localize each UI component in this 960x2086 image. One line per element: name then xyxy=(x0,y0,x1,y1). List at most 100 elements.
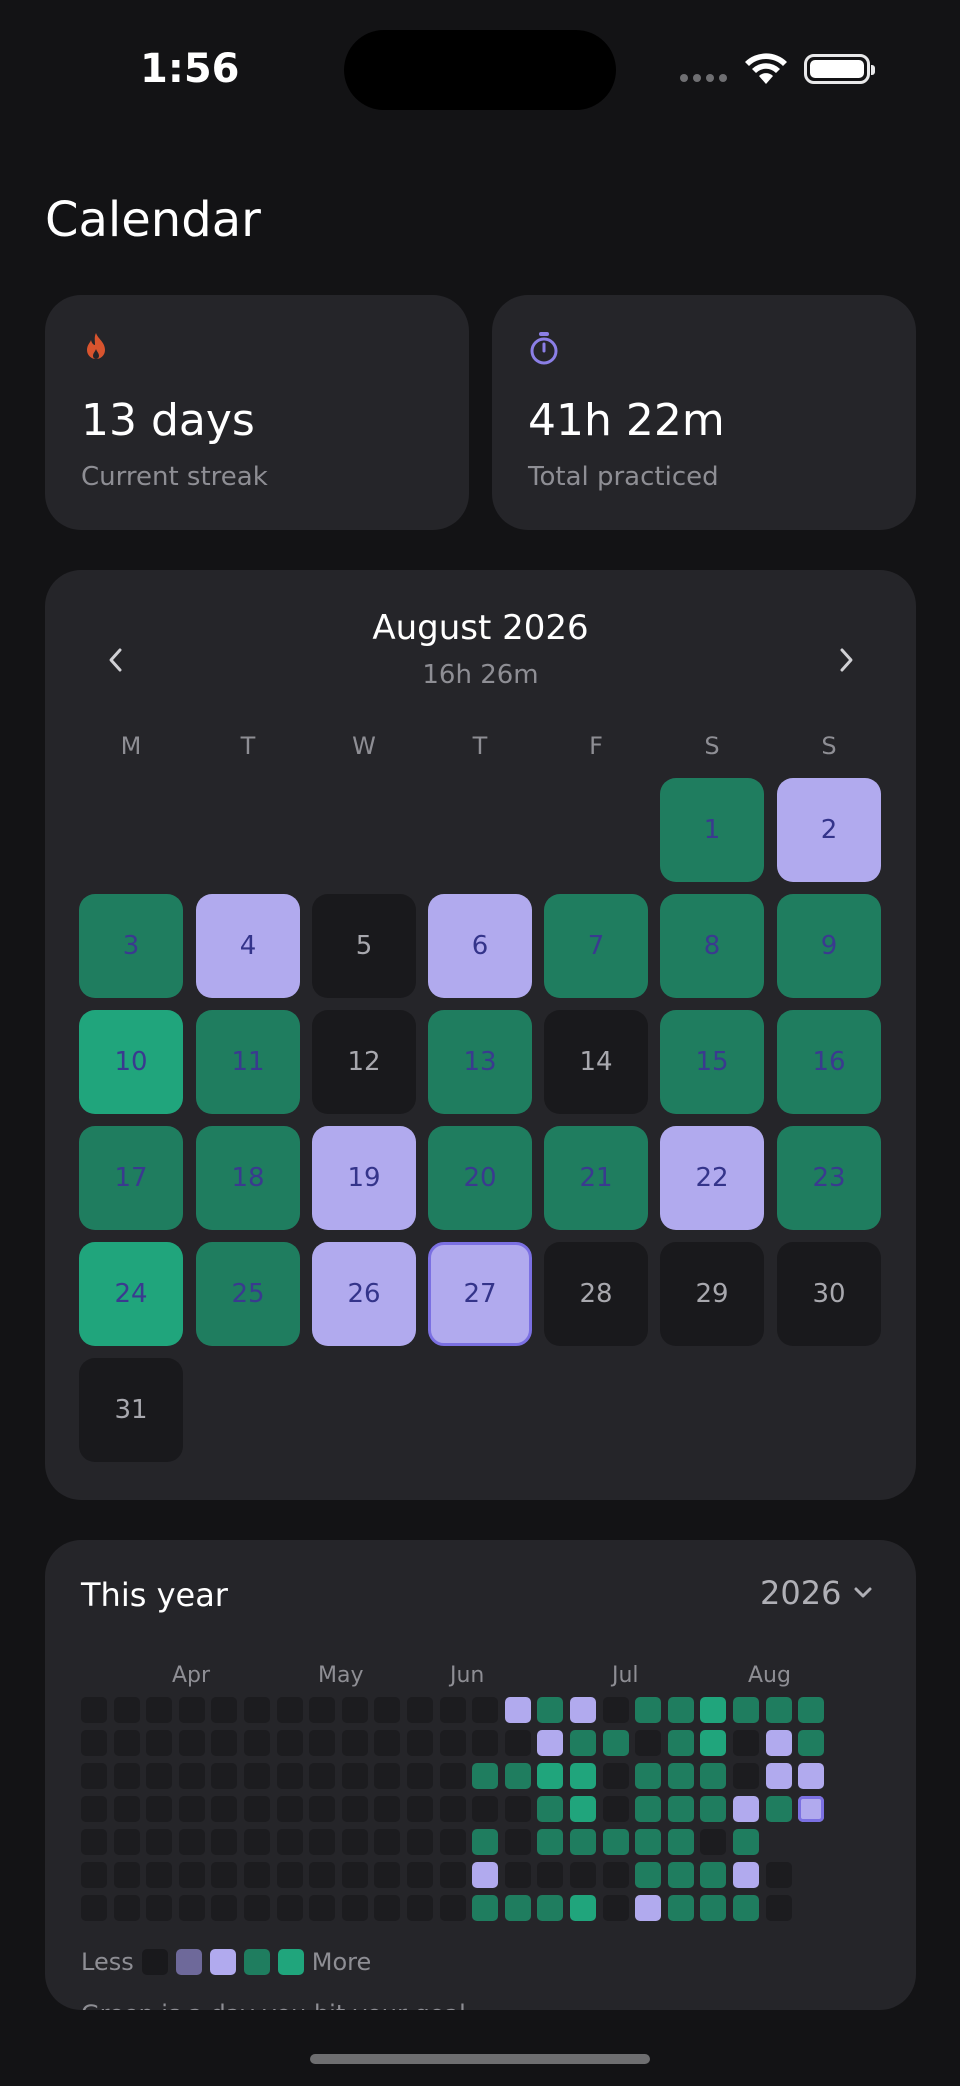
heatmap-cell xyxy=(635,1895,662,1921)
heatmap-cell xyxy=(81,1730,107,1756)
heatmap-cell xyxy=(700,1763,727,1789)
heatmap-cell xyxy=(602,1763,629,1789)
calendar-day[interactable]: 1 xyxy=(660,778,764,882)
calendar-day[interactable]: 15 xyxy=(660,1010,764,1114)
calendar-day[interactable]: 2 xyxy=(777,778,881,882)
heatmap-cell xyxy=(407,1895,433,1921)
calendar-day[interactable]: 19 xyxy=(312,1126,416,1230)
calendar-day[interactable]: 25 xyxy=(196,1242,300,1346)
heatmap-cell xyxy=(602,1829,629,1855)
heatmap-cell xyxy=(407,1862,433,1888)
calendar-day[interactable]: 4 xyxy=(196,894,300,998)
heatmap-cell xyxy=(798,1730,825,1756)
calendar-day[interactable]: 21 xyxy=(544,1126,648,1230)
heatmap-cell xyxy=(798,1796,825,1822)
heatmap-cell xyxy=(472,1697,499,1723)
calendar-day[interactable]: 22 xyxy=(660,1126,764,1230)
heatmap-cell xyxy=(537,1730,564,1756)
heatmap-cell xyxy=(374,1895,401,1921)
streak-value: 13 days xyxy=(81,395,255,446)
home-indicator[interactable] xyxy=(310,2054,650,2064)
calendar-day[interactable]: 28 xyxy=(544,1242,648,1346)
total-value: 41h 22m xyxy=(528,395,725,446)
next-month-button[interactable] xyxy=(817,630,877,690)
heatmap-cell xyxy=(504,1730,531,1756)
calendar-day[interactable]: 5 xyxy=(312,894,416,998)
calendar-day[interactable]: 29 xyxy=(660,1242,764,1346)
heatmap-month-label: Apr xyxy=(172,1663,211,1688)
heatmap-cell xyxy=(309,1796,336,1822)
heatmap-cell xyxy=(211,1697,238,1723)
heatmap-cell xyxy=(374,1697,401,1723)
calendar-day[interactable]: 14 xyxy=(544,1010,648,1114)
dynamic-island xyxy=(344,30,616,110)
heatmap-cell xyxy=(113,1796,140,1822)
heatmap-cell xyxy=(667,1829,694,1855)
heatmap-cell xyxy=(211,1829,238,1855)
calendar-day[interactable]: 26 xyxy=(312,1242,416,1346)
calendar-day[interactable]: 11 xyxy=(196,1010,300,1114)
year-dropdown[interactable]: 2026 xyxy=(760,1574,873,1612)
heatmap-cell xyxy=(765,1796,792,1822)
heatmap-cell xyxy=(439,1829,466,1855)
legend-swatch-green xyxy=(243,1949,270,1975)
calendar-day[interactable]: 23 xyxy=(777,1126,881,1230)
calendar-day[interactable]: 13 xyxy=(428,1010,532,1114)
heatmap-cell xyxy=(374,1730,401,1756)
heatmap-month-label: Aug xyxy=(748,1663,791,1688)
heatmap-cell xyxy=(733,1895,759,1921)
calendar-day[interactable]: 20 xyxy=(428,1126,532,1230)
calendar-day[interactable]: 8 xyxy=(660,894,764,998)
heatmap-cell xyxy=(635,1829,662,1855)
heatmap-cell xyxy=(341,1697,368,1723)
heatmap-cell xyxy=(81,1895,107,1921)
heatmap-cell xyxy=(602,1796,629,1822)
heatmap-cell xyxy=(700,1895,727,1921)
heatmap-cell xyxy=(700,1829,727,1855)
heatmap-cell xyxy=(570,1796,596,1822)
calendar-day[interactable]: 18 xyxy=(196,1126,300,1230)
heatmap-cell xyxy=(81,1763,107,1789)
heatmap-cell xyxy=(178,1730,205,1756)
heatmap-cell xyxy=(635,1697,662,1723)
calendar-day[interactable]: 6 xyxy=(428,894,532,998)
heatmap-cell xyxy=(472,1862,499,1888)
calendar-day[interactable]: 3 xyxy=(79,894,183,998)
heatmap-cell xyxy=(570,1895,596,1921)
heatmap-cell xyxy=(667,1697,694,1723)
calendar-day[interactable]: 27 xyxy=(428,1242,532,1346)
heatmap-cell xyxy=(635,1730,662,1756)
calendar-day[interactable]: 7 xyxy=(544,894,648,998)
stopwatch-icon xyxy=(530,332,558,365)
heatmap-month-label: Jul xyxy=(612,1663,639,1688)
heatmap-legend: Less More xyxy=(81,1948,371,1976)
heatmap-cell xyxy=(211,1796,238,1822)
heatmap-cell xyxy=(407,1697,433,1723)
calendar-day[interactable]: 24 xyxy=(79,1242,183,1346)
calendar-day[interactable]: 10 xyxy=(79,1010,183,1114)
heatmap-cell xyxy=(374,1796,401,1822)
legend-swatch-bright xyxy=(277,1949,304,1975)
cellular-signal-icon xyxy=(680,74,727,82)
calendar-day[interactable]: 9 xyxy=(777,894,881,998)
heatmap-cell xyxy=(276,1796,303,1822)
heatmap-cell xyxy=(374,1862,401,1888)
heatmap-cell xyxy=(244,1796,270,1822)
heatmap-cell xyxy=(439,1796,466,1822)
heatmap-cell xyxy=(472,1730,499,1756)
heatmap-cell xyxy=(733,1697,759,1723)
heatmap-cell xyxy=(81,1796,107,1822)
heatmap-cell xyxy=(407,1763,433,1789)
heatmap-cell xyxy=(341,1829,368,1855)
heatmap-cell xyxy=(81,1829,107,1855)
calendar-day[interactable]: 30 xyxy=(777,1242,881,1346)
heatmap-cell xyxy=(341,1796,368,1822)
calendar-day[interactable]: 16 xyxy=(777,1010,881,1114)
calendar-day[interactable]: 31 xyxy=(79,1358,183,1462)
year-value: 2026 xyxy=(760,1574,842,1612)
heatmap-cell xyxy=(146,1895,173,1921)
heatmap-cell xyxy=(733,1796,759,1822)
heatmap-cell xyxy=(113,1862,140,1888)
calendar-day[interactable]: 12 xyxy=(312,1010,416,1114)
calendar-day[interactable]: 17 xyxy=(79,1126,183,1230)
